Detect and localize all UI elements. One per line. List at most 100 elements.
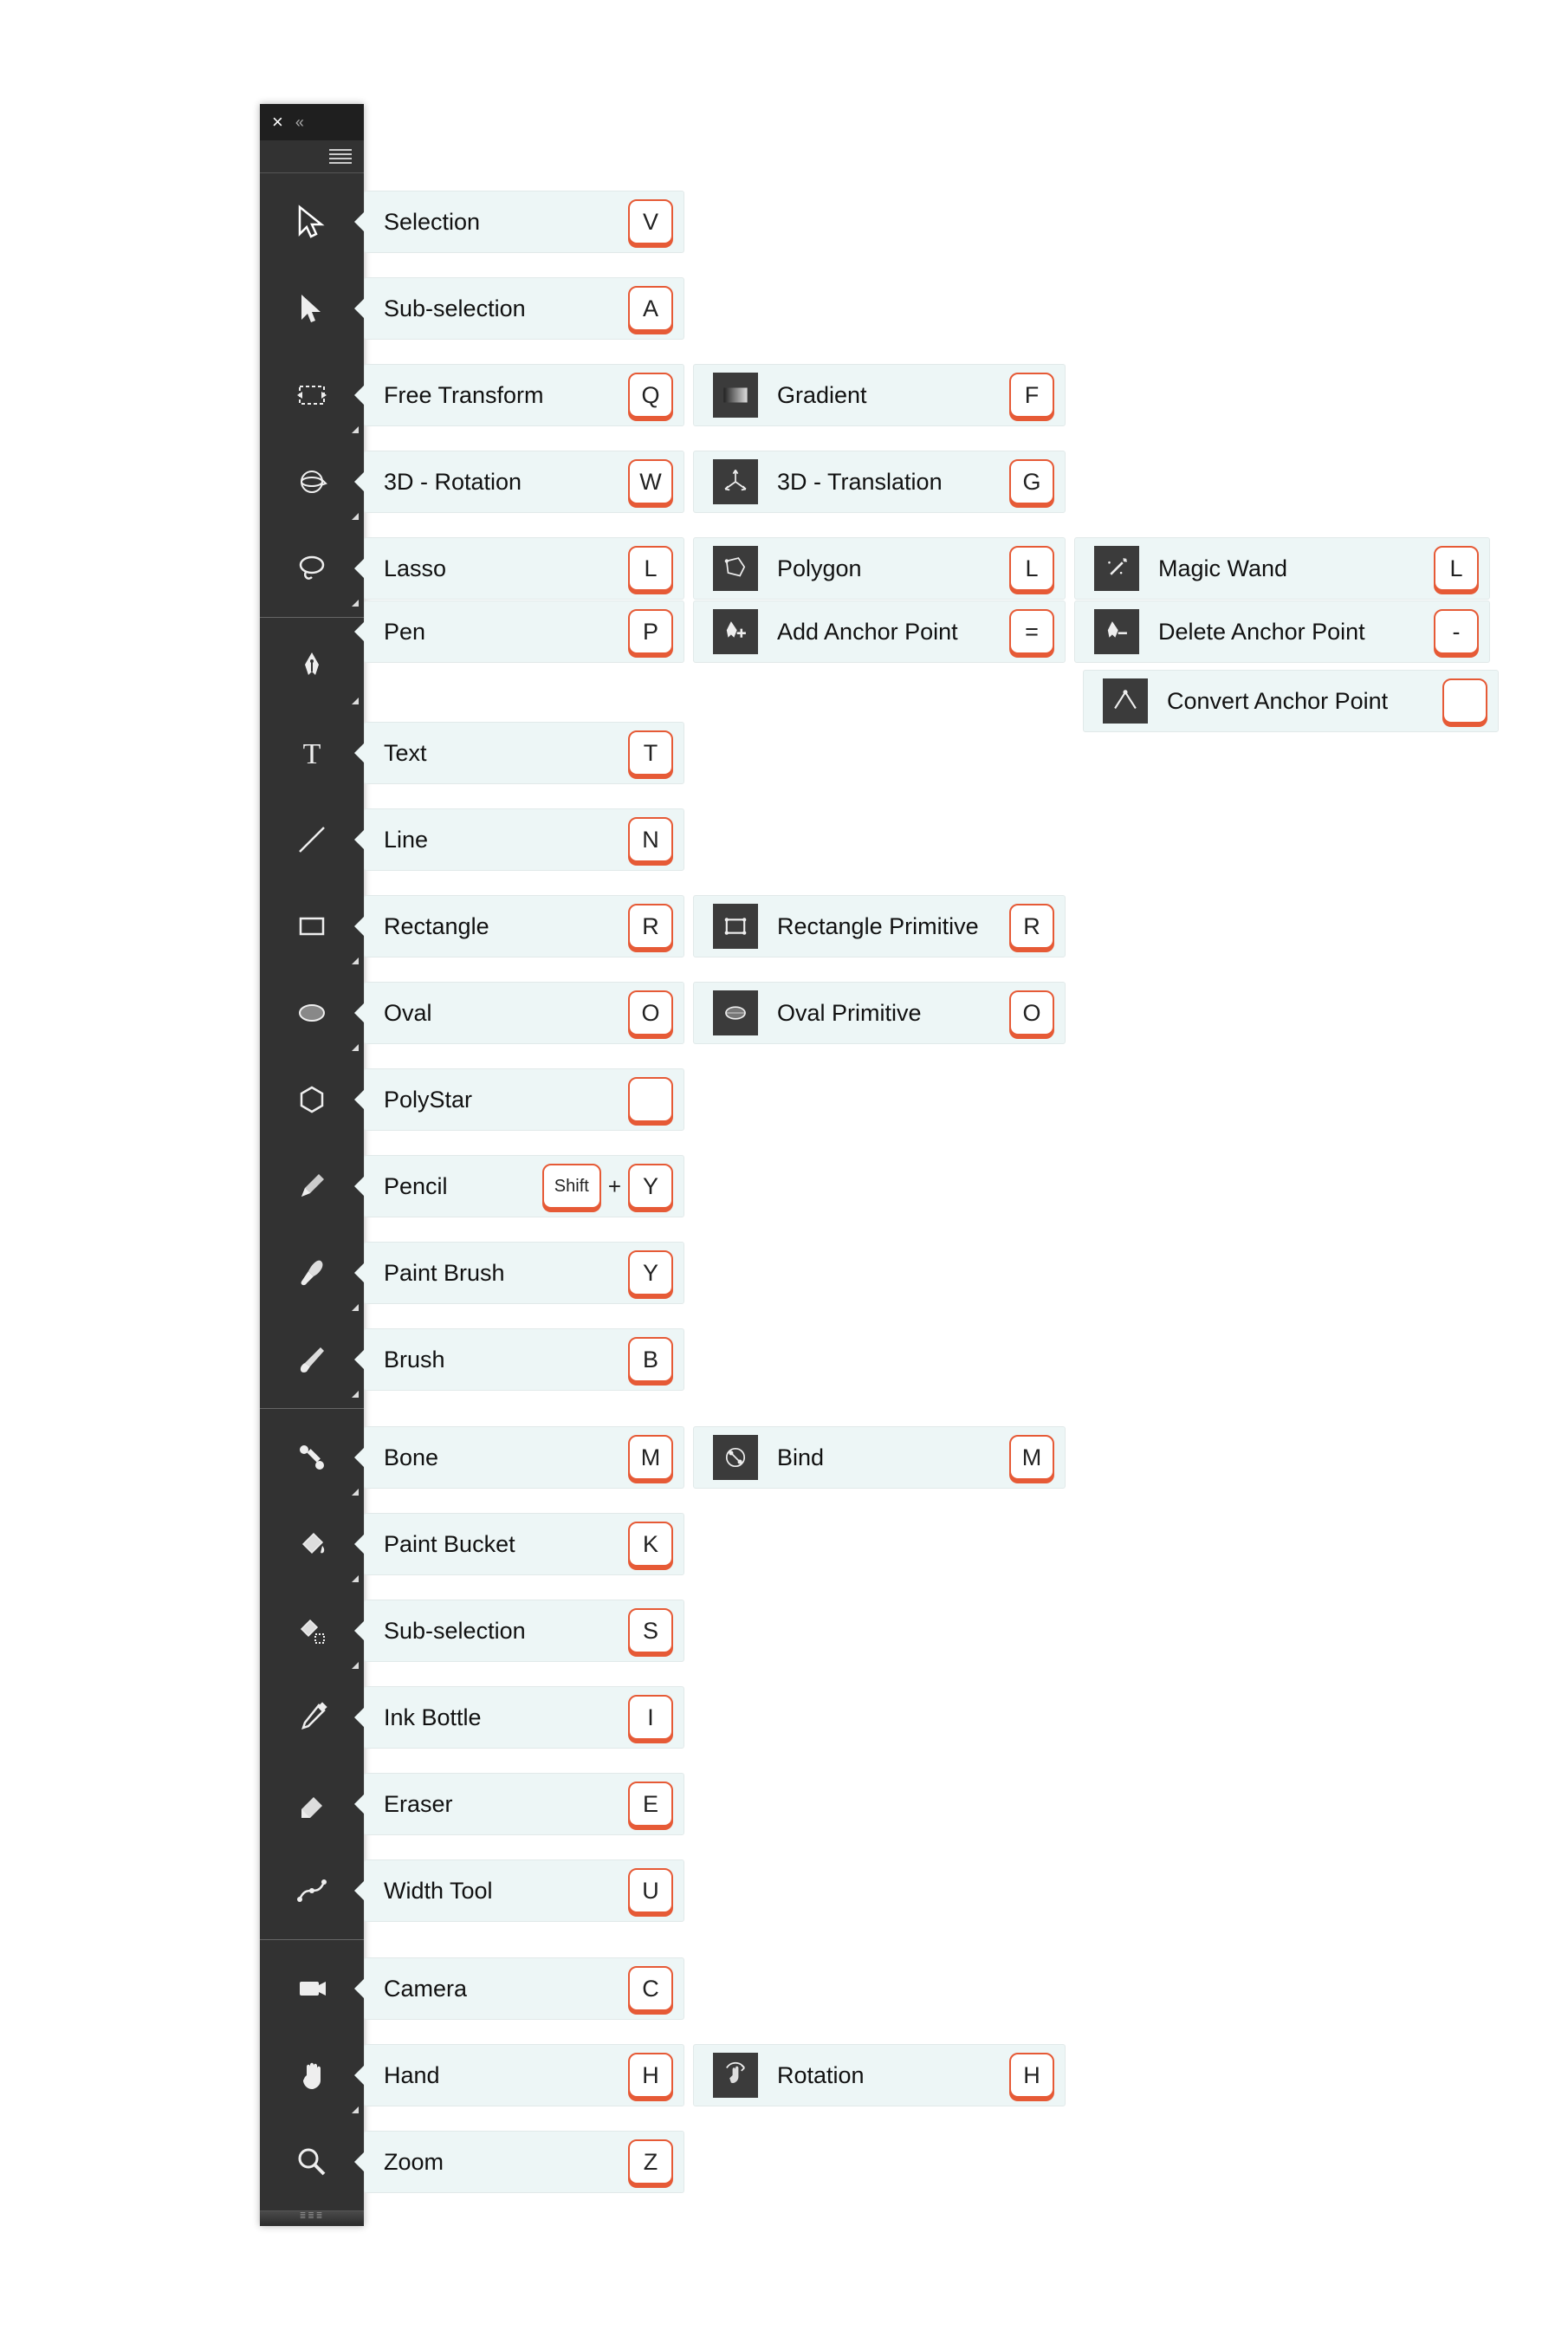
rect-primitive-icon xyxy=(713,904,758,949)
tool-button-eraser[interactable] xyxy=(260,1761,364,1847)
tool-label-text: Rectangle Primitive xyxy=(777,913,994,940)
tool-label-delete-anchor[interactable]: Delete Anchor Point- xyxy=(1074,600,1490,663)
shortcut: O xyxy=(628,990,673,1035)
tool-button-selection[interactable] xyxy=(260,178,364,265)
shortcut: = xyxy=(1009,609,1054,654)
close-icon[interactable]: × xyxy=(272,113,283,132)
tool-flyout-oval: OvalOOval PrimitiveO xyxy=(364,982,1066,1044)
tool-button-pencil[interactable] xyxy=(260,1143,364,1230)
shortcut: L xyxy=(1434,546,1479,591)
tool-row-paint-brush: Paint BrushY xyxy=(260,1230,364,1316)
tool-button-sub-selection[interactable] xyxy=(260,265,364,352)
tool-button-pen[interactable] xyxy=(260,623,364,710)
tool-button-lasso[interactable] xyxy=(260,525,364,612)
tool-flyout-paint-brush: Paint BrushY xyxy=(364,1242,684,1304)
keycap: M xyxy=(628,1435,673,1480)
tool-label-gradient[interactable]: GradientF xyxy=(693,364,1066,426)
tool-label-text[interactable]: TextT xyxy=(364,722,684,784)
keycap: R xyxy=(1009,904,1054,949)
tool-label-oval-primitive[interactable]: Oval PrimitiveO xyxy=(693,982,1066,1044)
tool-label-eraser[interactable]: EraserE xyxy=(364,1773,684,1835)
tool-button-free-transform[interactable] xyxy=(260,352,364,438)
tool-label-width-tool[interactable]: Width ToolU xyxy=(364,1859,684,1922)
tool-button-camera[interactable] xyxy=(260,1945,364,2032)
tool-label-text: 3D - Translation xyxy=(777,469,994,496)
tool-label-pencil[interactable]: PencilShift+Y xyxy=(364,1155,684,1217)
tool-label-text: Pencil xyxy=(384,1173,527,1200)
tool-label-brush[interactable]: BrushB xyxy=(364,1328,684,1391)
tool-label-add-anchor[interactable]: Add Anchor Point = xyxy=(693,600,1066,663)
tool-row-pencil: PencilShift+Y xyxy=(260,1143,364,1230)
tool-button-rotation-3d[interactable] xyxy=(260,438,364,525)
tool-label-hand[interactable]: HandH xyxy=(364,2044,684,2106)
tool-button-text[interactable] xyxy=(260,710,364,796)
tool-button-brush[interactable] xyxy=(260,1316,364,1403)
dropper-icon xyxy=(292,1697,332,1737)
tool-label-oval[interactable]: OvalO xyxy=(364,982,684,1044)
shortcut: - xyxy=(1434,609,1479,654)
tool-label-paint-brush[interactable]: Paint BrushY xyxy=(364,1242,684,1304)
tool-label-camera[interactable]: CameraC xyxy=(364,1957,684,2020)
tool-row-zoom: ZoomZ xyxy=(260,2119,364,2205)
tool-label-paint-bucket[interactable]: Paint BucketK xyxy=(364,1513,684,1575)
tool-label-ink-bottle[interactable]: Ink BottleI xyxy=(364,1686,684,1749)
tool-label-text: Rotation xyxy=(777,2062,994,2089)
keycap: S xyxy=(628,1608,673,1653)
keycap: E xyxy=(628,1782,673,1827)
tool-label-rect-primitive[interactable]: Rectangle Primitive R xyxy=(693,895,1066,957)
tool-label-sub-selection[interactable]: Sub-selectionA xyxy=(364,277,684,340)
tool-label-convert-anchor[interactable]: Convert Anchor Point xyxy=(1083,670,1499,732)
width-curve-icon xyxy=(292,1871,332,1911)
tool-label-rectangle[interactable]: RectangleR xyxy=(364,895,684,957)
tool-label-magic-wand[interactable]: Magic WandL xyxy=(1074,537,1490,600)
shortcut xyxy=(628,1077,673,1122)
keycap: U xyxy=(628,1868,673,1913)
tool-label-rotation-3d[interactable]: 3D - RotationW xyxy=(364,451,684,513)
tool-label-line[interactable]: LineN xyxy=(364,808,684,871)
tool-button-paint-brush[interactable] xyxy=(260,1230,364,1316)
tool-button-zoom[interactable] xyxy=(260,2119,364,2205)
tool-button-polystar[interactable] xyxy=(260,1056,364,1143)
tool-label-text: Lasso xyxy=(384,555,612,582)
shortcut: B xyxy=(628,1337,673,1382)
panel-menu-icon[interactable] xyxy=(329,149,352,164)
tool-label-free-transform[interactable]: Free TransformQ xyxy=(364,364,684,426)
hand-icon xyxy=(292,2055,332,2095)
tool-row-sub-selection: Sub-selectionA xyxy=(260,265,364,352)
tool-button-sub-selection-2[interactable] xyxy=(260,1587,364,1674)
keycap: I xyxy=(628,1695,673,1740)
tool-button-oval[interactable] xyxy=(260,970,364,1056)
tool-label-polystar[interactable]: PolyStar xyxy=(364,1068,684,1131)
toolbar-header: × « xyxy=(260,104,364,140)
tool-button-line[interactable] xyxy=(260,796,364,883)
tool-label-rotation-view[interactable]: RotationH xyxy=(693,2044,1066,2106)
tool-label-selection[interactable]: SelectionV xyxy=(364,191,684,253)
tool-flyout-text: TextT xyxy=(364,722,684,784)
tool-label-sub-selection-2[interactable]: Sub-selectionS xyxy=(364,1600,684,1662)
tool-label-pen[interactable]: PenP xyxy=(364,600,684,663)
tool-label-text: Hand xyxy=(384,2062,612,2089)
tool-row-line: LineN xyxy=(260,796,364,883)
tool-label-lasso[interactable]: LassoL xyxy=(364,537,684,600)
tool-flyout-camera: CameraC xyxy=(364,1957,684,2020)
toolbar-section: BoneMBindMPaint BucketKSub-selectionSInk… xyxy=(260,1409,364,1940)
toolbar-section: PenPAdd Anchor Point=Delete Anchor Point… xyxy=(260,618,364,1409)
tool-label-bone[interactable]: BoneM xyxy=(364,1426,684,1489)
toolbar-resize-grip[interactable]: ≣≣≣ xyxy=(260,2210,364,2226)
shortcut: S xyxy=(628,1608,673,1653)
tool-button-paint-bucket[interactable] xyxy=(260,1501,364,1587)
tool-button-rectangle[interactable] xyxy=(260,883,364,970)
tool-label-translation-3d[interactable]: 3D - TranslationG xyxy=(693,451,1066,513)
tool-label-bind[interactable]: BindM xyxy=(693,1426,1066,1489)
tool-label-text: Add Anchor Point xyxy=(777,619,994,646)
tool-button-bone[interactable] xyxy=(260,1414,364,1501)
pen-nib-icon xyxy=(292,646,332,686)
shortcut: R xyxy=(1009,904,1054,949)
tool-button-hand[interactable] xyxy=(260,2032,364,2119)
tool-button-width-tool[interactable] xyxy=(260,1847,364,1934)
collapse-icon[interactable]: « xyxy=(295,114,302,132)
tool-label-polygon[interactable]: PolygonL xyxy=(693,537,1066,600)
tool-button-ink-bottle[interactable] xyxy=(260,1674,364,1761)
keycap: - xyxy=(1434,609,1479,654)
tool-label-zoom[interactable]: ZoomZ xyxy=(364,2131,684,2193)
